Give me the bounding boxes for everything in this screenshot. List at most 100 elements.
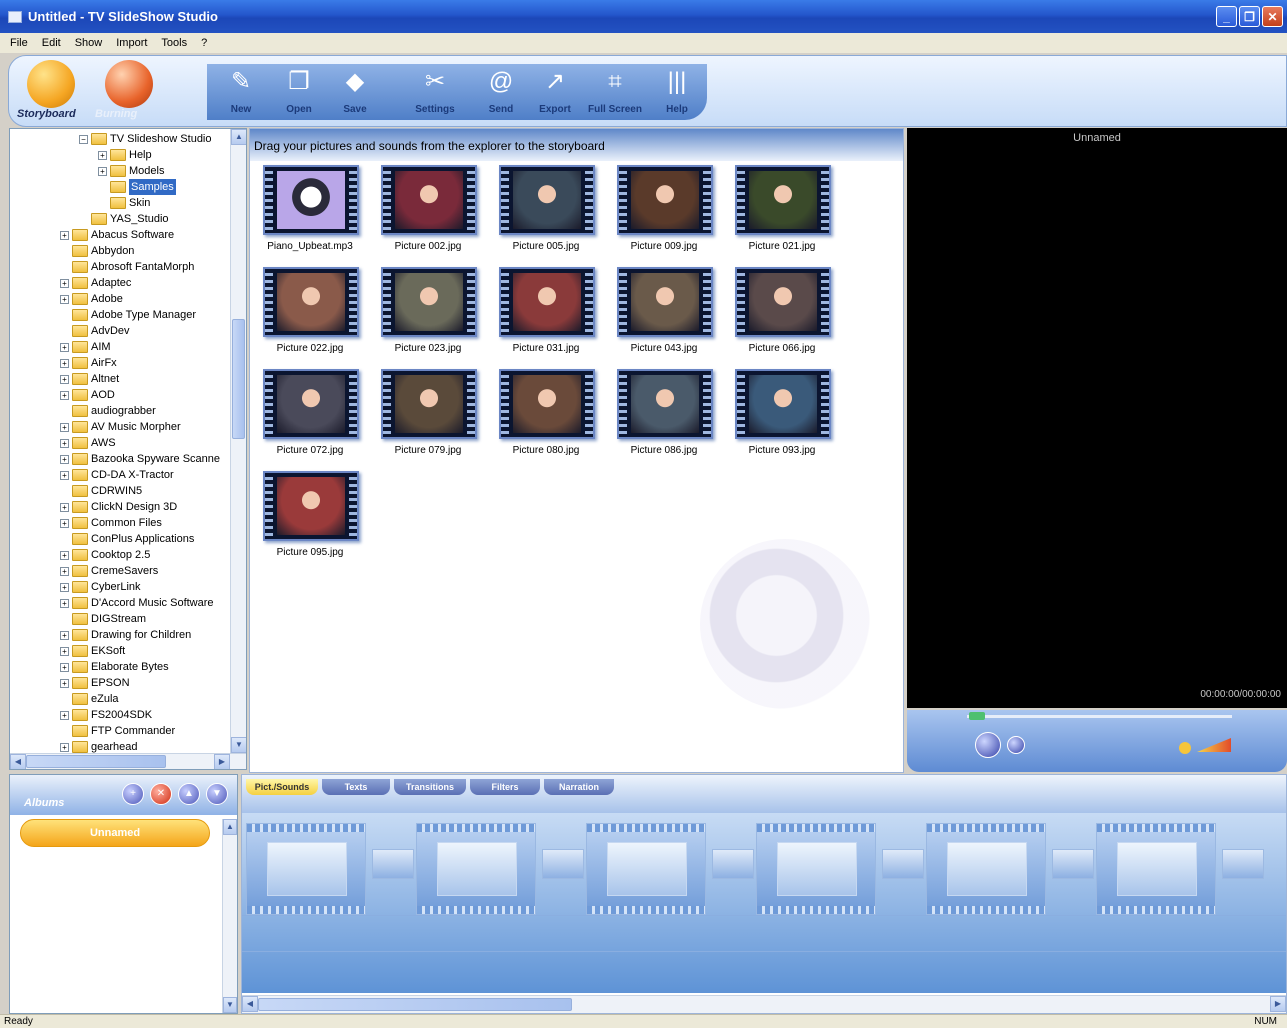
tree-item[interactable]: Adobe Type Manager	[60, 307, 196, 323]
tree-item[interactable]: + CyberLink	[60, 579, 141, 595]
story-scroll-thumb[interactable]	[258, 998, 572, 1011]
transition-slot[interactable]	[1052, 849, 1094, 879]
tree-item[interactable]: DIGStream	[60, 611, 146, 627]
storyboard-slot[interactable]	[586, 823, 706, 915]
expand-icon[interactable]: +	[60, 742, 69, 752]
album-down-button[interactable]: ▼	[206, 783, 228, 805]
album-item[interactable]: Unnamed	[20, 819, 210, 847]
tree-item[interactable]: + AV Music Morpher	[60, 419, 181, 435]
menu-import[interactable]: Import	[116, 37, 147, 49]
expand-icon[interactable]: +	[60, 342, 69, 352]
tree-item[interactable]: + Models	[98, 163, 164, 179]
tree-item[interactable]: AdvDev	[60, 323, 130, 339]
burning-mode-tab[interactable]: Burning	[91, 56, 171, 126]
tab-filters[interactable]: Filters	[470, 779, 540, 795]
albums-scrollbar[interactable]: ▲ ▼	[222, 819, 237, 1013]
albums-scroll-down-icon[interactable]: ▼	[223, 997, 237, 1013]
expand-icon[interactable]: +	[60, 630, 69, 640]
tree-vertical-scrollbar[interactable]: ▲ ▼	[230, 129, 246, 754]
tree-item[interactable]: eZula	[60, 691, 119, 707]
image-file-thumbnail[interactable]: Picture 095.jpg	[251, 471, 369, 571]
album-up-button[interactable]: ▲	[178, 783, 200, 805]
story-scroll-left-icon[interactable]: ◀	[242, 996, 258, 1012]
play-button[interactable]	[975, 732, 1001, 758]
tree-item[interactable]: + Altnet	[60, 371, 119, 387]
tab-narration[interactable]: Narration	[544, 779, 614, 795]
expand-icon[interactable]: +	[60, 518, 69, 528]
scroll-left-icon[interactable]: ◀	[10, 754, 26, 769]
seek-knob[interactable]	[969, 712, 985, 720]
tree-item[interactable]: + CD-DA X-Tractor	[60, 467, 174, 483]
menu-file[interactable]: File	[10, 37, 28, 49]
image-file-thumbnail[interactable]: Picture 009.jpg	[605, 165, 723, 265]
tree-item[interactable]: CDRWIN5	[60, 483, 142, 499]
tree-item[interactable]: audiograbber	[60, 403, 156, 419]
storyboard-scrollbar[interactable]: ◀ ▶	[242, 995, 1286, 1013]
image-file-thumbnail[interactable]: Picture 086.jpg	[605, 369, 723, 469]
tree-item[interactable]: + AOD	[60, 387, 115, 403]
tab-pict-sounds[interactable]: Pict./Sounds	[246, 779, 318, 795]
storyboard-track[interactable]	[242, 813, 1286, 993]
seek-bar[interactable]	[967, 715, 1232, 718]
audio-file-thumbnail[interactable]: Piano_Upbeat.mp3	[251, 165, 369, 265]
transition-slot[interactable]	[882, 849, 924, 879]
scroll-right-icon[interactable]: ▶	[214, 754, 230, 769]
fullscreen-button[interactable]: ⌗ Full Screen	[585, 64, 645, 120]
help-button[interactable]: ||| Help	[647, 64, 707, 120]
expand-icon[interactable]: +	[60, 230, 69, 240]
open-button[interactable]: ❐ Open	[269, 64, 329, 120]
story-scroll-right-icon[interactable]: ▶	[1270, 996, 1286, 1012]
image-file-thumbnail[interactable]: Picture 002.jpg	[369, 165, 487, 265]
image-file-thumbnail[interactable]: Picture 043.jpg	[605, 267, 723, 367]
tree-item[interactable]: + ClickN Design 3D	[60, 499, 177, 515]
tree-horizontal-scrollbar[interactable]: ◀ ▶	[10, 753, 246, 769]
storyboard-slot[interactable]	[246, 823, 366, 915]
settings-button[interactable]: ✂ Settings	[405, 64, 465, 120]
scroll-down-icon[interactable]: ▼	[231, 737, 246, 753]
tree-item[interactable]: + AIM	[60, 339, 111, 355]
expand-icon[interactable]: +	[60, 710, 69, 720]
tree-item[interactable]: YAS_Studio	[79, 211, 169, 227]
expand-icon[interactable]: +	[60, 358, 69, 368]
image-file-thumbnail[interactable]: Picture 005.jpg	[487, 165, 605, 265]
tree-item[interactable]: + AirFx	[60, 355, 117, 371]
image-file-thumbnail[interactable]: Picture 072.jpg	[251, 369, 369, 469]
volume-slider[interactable]	[1197, 738, 1231, 752]
expand-icon[interactable]: +	[60, 278, 69, 288]
expand-icon[interactable]: +	[60, 470, 69, 480]
maximize-button[interactable]: ❐	[1239, 6, 1260, 27]
transition-slot[interactable]	[542, 849, 584, 879]
save-button[interactable]: ◆ Save	[325, 64, 385, 120]
tree-item[interactable]: + EPSON	[60, 675, 130, 691]
tree-item[interactable]: Samples	[98, 179, 176, 195]
expand-icon[interactable]: +	[60, 294, 69, 304]
tree-item[interactable]: Skin	[98, 195, 150, 211]
send-button[interactable]: @ Send	[471, 64, 531, 120]
expand-icon[interactable]: +	[60, 422, 69, 432]
expand-icon[interactable]: +	[98, 150, 107, 160]
tree-item[interactable]: + Cooktop 2.5	[60, 547, 150, 563]
album-add-button[interactable]: +	[122, 783, 144, 805]
tree-item[interactable]: + EKSoft	[60, 643, 125, 659]
storyboard-slot[interactable]	[926, 823, 1046, 915]
expand-icon[interactable]: +	[60, 566, 69, 576]
expand-icon[interactable]: +	[60, 646, 69, 656]
storyboard-mode-tab[interactable]: Storyboard	[13, 56, 93, 126]
expand-icon[interactable]: +	[60, 582, 69, 592]
menu-help[interactable]: ?	[201, 37, 207, 49]
tree-item[interactable]: + FS2004SDK	[60, 707, 152, 723]
tree-item[interactable]: + Drawing for Children	[60, 627, 191, 643]
expand-icon[interactable]: +	[60, 454, 69, 464]
album-delete-button[interactable]: ✕	[150, 783, 172, 805]
tree-scroll-thumb[interactable]	[232, 319, 245, 439]
scroll-up-icon[interactable]: ▲	[231, 129, 246, 145]
expand-icon[interactable]: +	[60, 438, 69, 448]
close-button[interactable]: ✕	[1262, 6, 1283, 27]
transition-slot[interactable]	[712, 849, 754, 879]
tree-item[interactable]: Abbydon	[60, 243, 134, 259]
tree-item[interactable]: + D'Accord Music Software	[60, 595, 214, 611]
transition-slot[interactable]	[1222, 849, 1264, 879]
tree-item[interactable]: Abrosoft FantaMorph	[60, 259, 194, 275]
minimize-button[interactable]: _	[1216, 6, 1237, 27]
tab-transitions[interactable]: Transitions	[394, 779, 466, 795]
